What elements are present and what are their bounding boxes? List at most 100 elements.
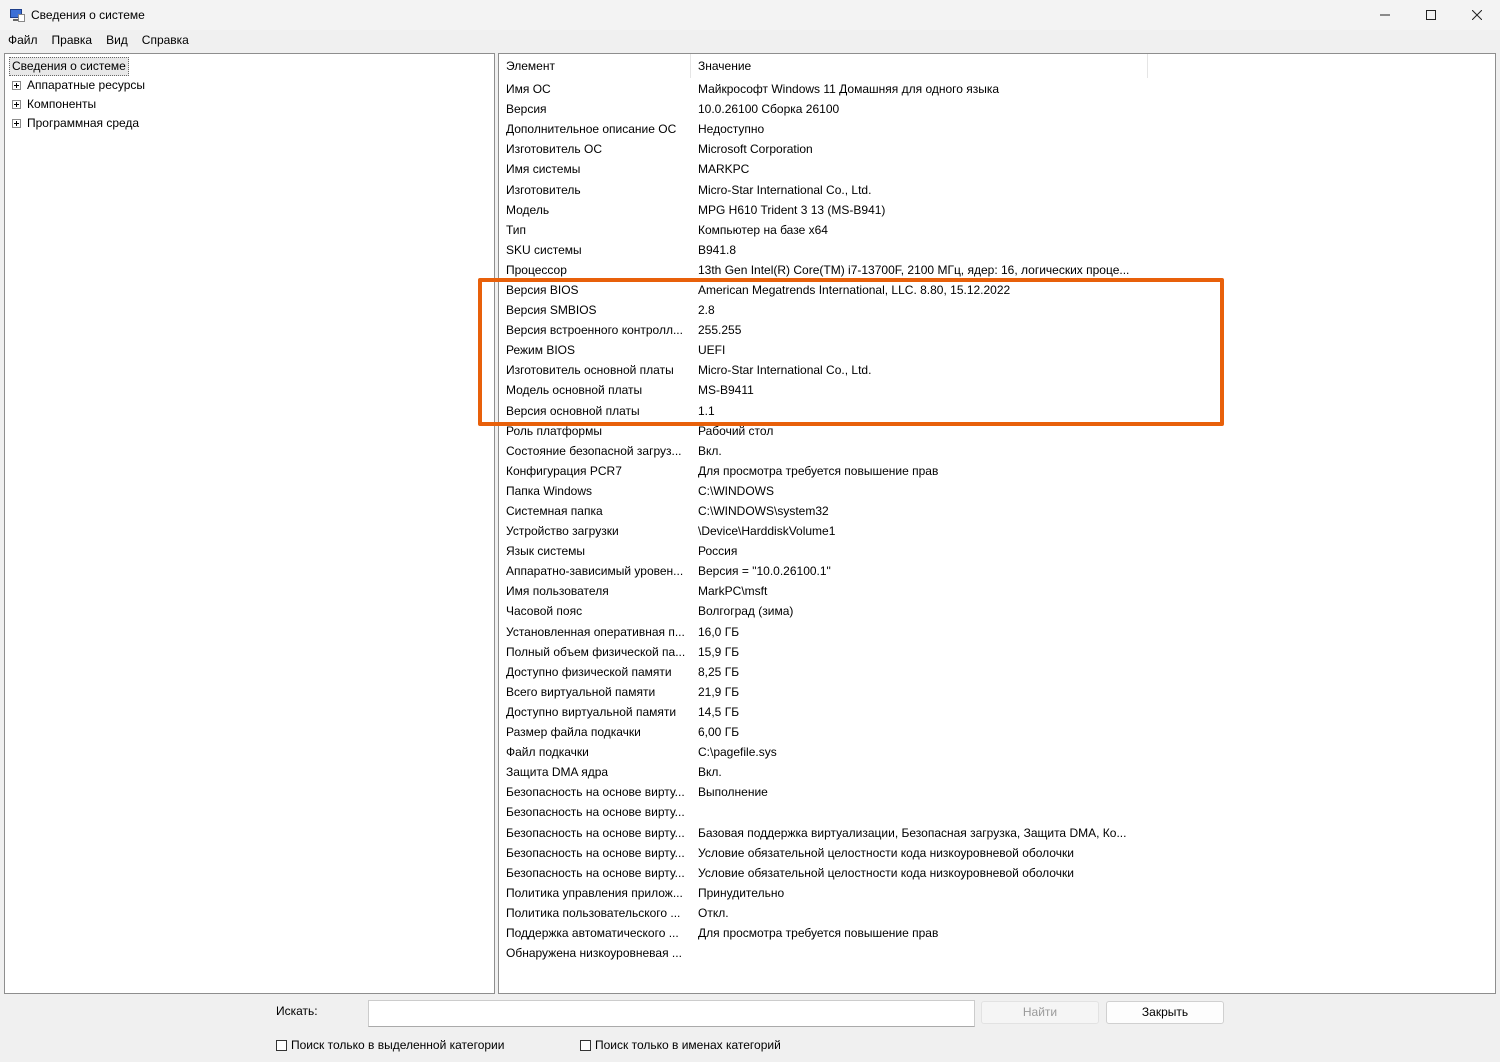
tree-item-components[interactable]: Компоненты [12, 95, 96, 113]
table-row[interactable]: Версия BIOS American Megatrends Internati… [499, 280, 1141, 300]
table-row[interactable]: Защита DMA ядра Вкл. [499, 762, 1141, 782]
table-row[interactable]: Доступно физической памяти 8,25 ГБ [499, 662, 1141, 682]
close-button[interactable]: Закрыть [1106, 1001, 1224, 1024]
table-row[interactable]: Версия встроенного контролл... 255.255 [499, 320, 1141, 340]
table-row[interactable]: Безопасность на основе вирту... Выполнени… [499, 782, 1141, 802]
maximize-button[interactable] [1408, 0, 1454, 30]
row-value-cell: Волгоград (зима) [698, 604, 794, 619]
row-value-cell: MS-B9411 [698, 383, 754, 398]
row-item-cell: Изготовитель ОС [506, 142, 602, 157]
expand-plus-icon[interactable] [12, 80, 21, 90]
row-value-cell: C:\WINDOWS\system32 [698, 504, 829, 519]
row-value-cell: 21,9 ГБ [698, 684, 740, 699]
table-row[interactable]: SKU системы B941.8 [499, 240, 1141, 260]
category-tree[interactable]: Сведения о системе Аппаратные ресурсы Ко… [4, 53, 495, 994]
table-row[interactable]: Дополнительное описание ОС Недоступно [499, 119, 1141, 139]
menu-help[interactable]: Справка [135, 30, 196, 50]
tree-item-software-environment[interactable]: Программная среда [12, 114, 139, 132]
column-header-item[interactable]: Элемент [499, 54, 691, 78]
row-item-cell: Защита DMA ядра [506, 765, 609, 780]
search-category-names-checkbox[interactable] [580, 1039, 591, 1051]
checkbox-label: Поиск только в именах категорий [595, 1038, 781, 1052]
row-item-cell: Часовой пояс [506, 604, 583, 619]
row-value-cell: Базовая поддержка виртуализации, Безопас… [698, 825, 1127, 840]
row-item-cell: Конфигурация PCR7 [506, 463, 622, 478]
table-row[interactable]: Безопасность на основе вирту... Базовая п… [499, 822, 1141, 842]
expand-plus-icon[interactable] [12, 99, 21, 109]
table-row[interactable]: Язык системы Россия [499, 541, 1141, 561]
table-row[interactable]: Безопасность на основе вирту... Условие о… [499, 863, 1141, 883]
table-row[interactable]: Версия основной платы 1.1 [499, 401, 1141, 421]
table-row[interactable]: Имя системы MARKPC [499, 159, 1141, 179]
table-row[interactable]: Изготовитель Micro-Star International Co.… [499, 179, 1141, 199]
table-row[interactable]: Поддержка автоматического ... Для просмот… [499, 923, 1141, 943]
find-button[interactable]: Найти [981, 1001, 1099, 1024]
menu-view[interactable]: Вид [99, 30, 135, 50]
column-header-value[interactable]: Значение [691, 54, 1148, 78]
row-item-cell: Язык системы [506, 544, 585, 559]
table-row[interactable]: Аппаратно-зависимый уровен... Версия = "1… [499, 561, 1141, 581]
minimize-button[interactable] [1362, 0, 1408, 30]
table-row[interactable]: Имя ОС Майкрософт Windows 11 Домашняя для… [499, 79, 1141, 99]
row-item-cell: Версия основной платы [506, 403, 640, 418]
table-row[interactable]: Размер файла подкачки 6,00 ГБ [499, 722, 1141, 742]
row-value-cell: MARKPC [698, 162, 750, 177]
table-row[interactable]: Процессор 13th Gen Intel(R) Core(TM) i7-1… [499, 260, 1141, 280]
table-row[interactable]: Политика управления прилож... Принудитель… [499, 883, 1141, 903]
table-row[interactable]: Обнаружена низкоуровневая ... [499, 943, 1141, 963]
table-row[interactable]: Политика пользовательского ... Откл. [499, 903, 1141, 923]
details-list[interactable]: Элемент Значение Имя ОС Майкрософт Window… [498, 53, 1496, 994]
row-item-cell: Версия [506, 102, 547, 117]
tree-item-system-summary[interactable]: Сведения о системе [9, 57, 129, 76]
table-row[interactable]: Полный объем физической па... 15,9 ГБ [499, 642, 1141, 662]
table-row[interactable]: Роль платформы Рабочий стол [499, 421, 1141, 441]
table-row[interactable]: Версия SMBIOS 2.8 [499, 300, 1141, 320]
table-row[interactable]: Безопасность на основе вирту... Условие о… [499, 843, 1141, 863]
menu-file[interactable]: Файл [0, 30, 45, 50]
row-item-cell: Политика управления прилож... [506, 885, 683, 900]
row-value-cell: Условие обязательной целостности кода ни… [698, 845, 1074, 860]
table-row[interactable]: Изготовитель ОС Microsoft Corporation [499, 139, 1141, 159]
table-row[interactable]: Изготовитель основной платы Micro-Star In… [499, 360, 1141, 380]
row-item-cell: Роль платформы [506, 423, 602, 438]
table-row[interactable]: Модель основной платы MS-B9411 [499, 380, 1141, 400]
table-row[interactable]: Состояние безопасной загруз... Вкл. [499, 441, 1141, 461]
table-row[interactable]: Папка Windows C:\WINDOWS [499, 481, 1141, 501]
search-selected-category-option[interactable]: Поиск только в выделенной категории [276, 1038, 504, 1052]
row-value-cell: Вкл. [698, 765, 722, 780]
table-row[interactable]: Всего виртуальной памяти 21,9 ГБ [499, 682, 1141, 702]
tree-item-hardware-resources[interactable]: Аппаратные ресурсы [12, 76, 145, 94]
table-row[interactable]: Часовой пояс Волгоград (зима) [499, 601, 1141, 621]
table-row[interactable]: Файл подкачки C:\pagefile.sys [499, 742, 1141, 762]
table-row[interactable]: Версия 10.0.26100 Сборка 26100 [499, 99, 1141, 119]
table-row[interactable]: Безопасность на основе вирту... [499, 802, 1141, 822]
search-category-names-option[interactable]: Поиск только в именах категорий [580, 1038, 781, 1052]
close-window-button[interactable] [1454, 0, 1500, 30]
list-rows: Имя ОС Майкрософт Windows 11 Домашняя для… [499, 79, 1141, 963]
row-item-cell: Дополнительное описание ОС [506, 122, 677, 137]
table-row[interactable]: Имя пользователя MarkPC\msft [499, 581, 1141, 601]
row-item-cell: Поддержка автоматического ... [506, 925, 679, 940]
search-input[interactable] [368, 1000, 975, 1027]
table-row[interactable]: Системная папка C:\WINDOWS\system32 [499, 501, 1141, 521]
expand-plus-icon[interactable] [12, 118, 21, 128]
row-item-cell: Обнаружена низкоуровневая ... [506, 946, 682, 961]
tree-item-label: Программная среда [27, 116, 140, 130]
row-value-cell: 10.0.26100 Сборка 26100 [698, 102, 840, 117]
row-value-cell: 14,5 ГБ [698, 704, 740, 719]
maximize-icon [1426, 10, 1436, 20]
table-row[interactable]: Тип Компьютер на базе x64 [499, 220, 1141, 240]
row-item-cell: Файл подкачки [506, 745, 589, 760]
search-selected-category-checkbox[interactable] [276, 1039, 287, 1051]
row-value-cell: 15,9 ГБ [698, 644, 740, 659]
table-row[interactable]: Устройство загрузки \Device\HarddiskVolum… [499, 521, 1141, 541]
title-bar: Сведения о системе [0, 0, 1500, 30]
table-row[interactable]: Режим BIOS UEFI [499, 340, 1141, 360]
row-value-cell: 1.1 [698, 403, 715, 418]
menu-edit[interactable]: Правка [45, 30, 100, 50]
table-row[interactable]: Конфигурация PCR7 Для просмотра требуется… [499, 461, 1141, 481]
table-row[interactable]: Модель MPG H610 Trident 3 13 (MS-B941) [499, 200, 1141, 220]
table-row[interactable]: Установленная оперативная п... 16,0 ГБ [499, 622, 1141, 642]
row-value-cell: Рабочий стол [698, 423, 774, 438]
table-row[interactable]: Доступно виртуальной памяти 14,5 ГБ [499, 702, 1141, 722]
